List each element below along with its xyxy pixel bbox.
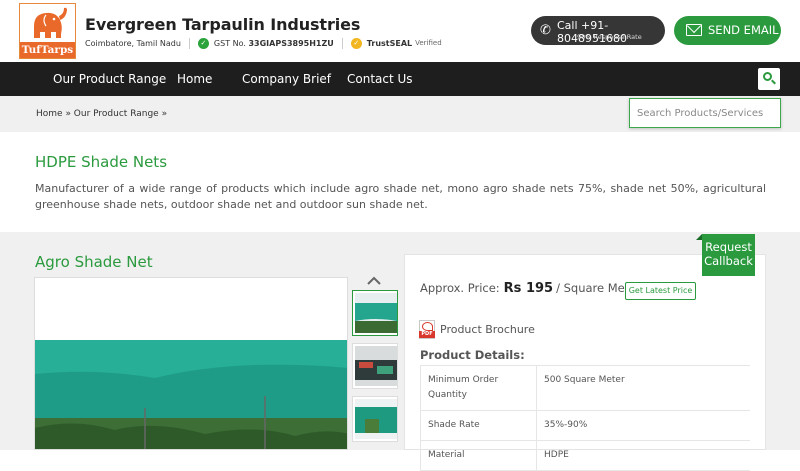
phone-icon: ✆ (540, 23, 551, 38)
request-callback-button[interactable]: Request Callback (696, 234, 755, 276)
trustseal-label[interactable]: TrustSEAL (367, 39, 412, 48)
spec-value: 500 Square Meter (536, 365, 750, 411)
product-thumbnail[interactable] (352, 396, 398, 442)
send-email-label: SEND EMAIL (708, 23, 779, 37)
shade-net-photo (35, 278, 347, 449)
pdf-tag: PDF (419, 331, 435, 338)
callback-line-1: Request (705, 240, 752, 254)
meta-divider (341, 37, 343, 49)
company-location: Coimbatore, Tamil Nadu (85, 38, 181, 48)
product-title: Agro Shade Net (35, 253, 153, 271)
pdf-icon[interactable]: PDF (419, 320, 435, 339)
category-title: HDPE Shade Nets (35, 153, 168, 171)
spec-key: Shade Rate (420, 410, 537, 441)
get-latest-price-button[interactable]: Get Latest Price (625, 282, 696, 300)
gst-label: GST No. (213, 38, 246, 48)
thumbnail-image (355, 399, 397, 439)
nav-item-contact-us[interactable]: Contact Us (347, 62, 413, 96)
table-row: Shade Rate 35%-90% (420, 410, 750, 441)
product-details-title: Product Details: (420, 348, 525, 362)
gst-number: 33GIAPS3895H1ZU (248, 38, 334, 48)
spec-key: Minimum Order Quantity (420, 365, 537, 411)
nav-item-home[interactable]: Home (177, 62, 212, 96)
company-name[interactable]: Evergreen Tarpaulin Industries (85, 15, 360, 34)
trustseal-icon: ✓ (350, 37, 362, 49)
call-button[interactable]: ✆ Call +91-8048951680 90% Response Rate (531, 16, 665, 45)
product-thumbnail[interactable] (352, 343, 398, 389)
search-input[interactable] (630, 99, 780, 127)
trustseal-status: Verified (415, 39, 442, 47)
thumbnail-scroll-up-icon[interactable] (367, 276, 381, 286)
call-button-label: Call +91-8048951680 (557, 19, 627, 45)
product-brochure-link[interactable]: Product Brochure (440, 323, 535, 336)
price-value: Rs 195 (503, 281, 554, 296)
callback-line-2: Callback (704, 254, 753, 268)
main-nav: Our Product Range Home Company Brief Con… (0, 62, 800, 96)
nav-item-our-product-range[interactable]: Our Product Range (53, 62, 166, 96)
breadcrumb[interactable]: Home » Our Product Range » (36, 109, 167, 119)
gst-check-icon: ✓ (197, 37, 209, 49)
spec-key: Material (420, 440, 537, 471)
price-prefix: Approx. Price: (420, 281, 500, 295)
envelope-icon (686, 24, 702, 36)
search-icon-handle (771, 79, 776, 85)
product-main-image[interactable] (34, 277, 348, 450)
search-toggle-button[interactable] (758, 68, 780, 90)
spec-value: HDPE (536, 440, 750, 471)
search-box[interactable] (629, 98, 781, 128)
category-description: Manufacturer of a wide range of products… (35, 182, 766, 211)
spec-value: 35%-90% (536, 410, 750, 441)
category-intro: HDPE Shade Nets Manufacturer of a wide r… (0, 132, 800, 232)
product-thumbnail[interactable] (352, 290, 398, 336)
meta-divider (188, 37, 190, 49)
table-row: Minimum Order Quantity 500 Square Meter (420, 365, 750, 411)
spec-table: Minimum Order Quantity 500 Square Meter … (420, 365, 750, 471)
thumbnail-image (355, 293, 397, 333)
nav-item-company-brief[interactable]: Company Brief (242, 62, 331, 96)
send-email-button[interactable]: SEND EMAIL (674, 16, 781, 45)
thumbnail-image (355, 346, 397, 386)
elephant-logo-icon (34, 7, 67, 38)
price-row: Approx. Price: Rs 195 / Square Meter (420, 281, 645, 296)
logo-wordmark: TufTarps (20, 42, 75, 58)
company-logo[interactable]: TufTarps (19, 3, 76, 59)
site-header: TufTarps Evergreen Tarpaulin Industries … (0, 0, 800, 62)
table-row: Material HDPE (420, 440, 750, 471)
company-meta: Coimbatore, Tamil Nadu ✓ GST No. 33GIAPS… (85, 37, 442, 49)
response-rate: 90% Response Rate (577, 33, 642, 41)
